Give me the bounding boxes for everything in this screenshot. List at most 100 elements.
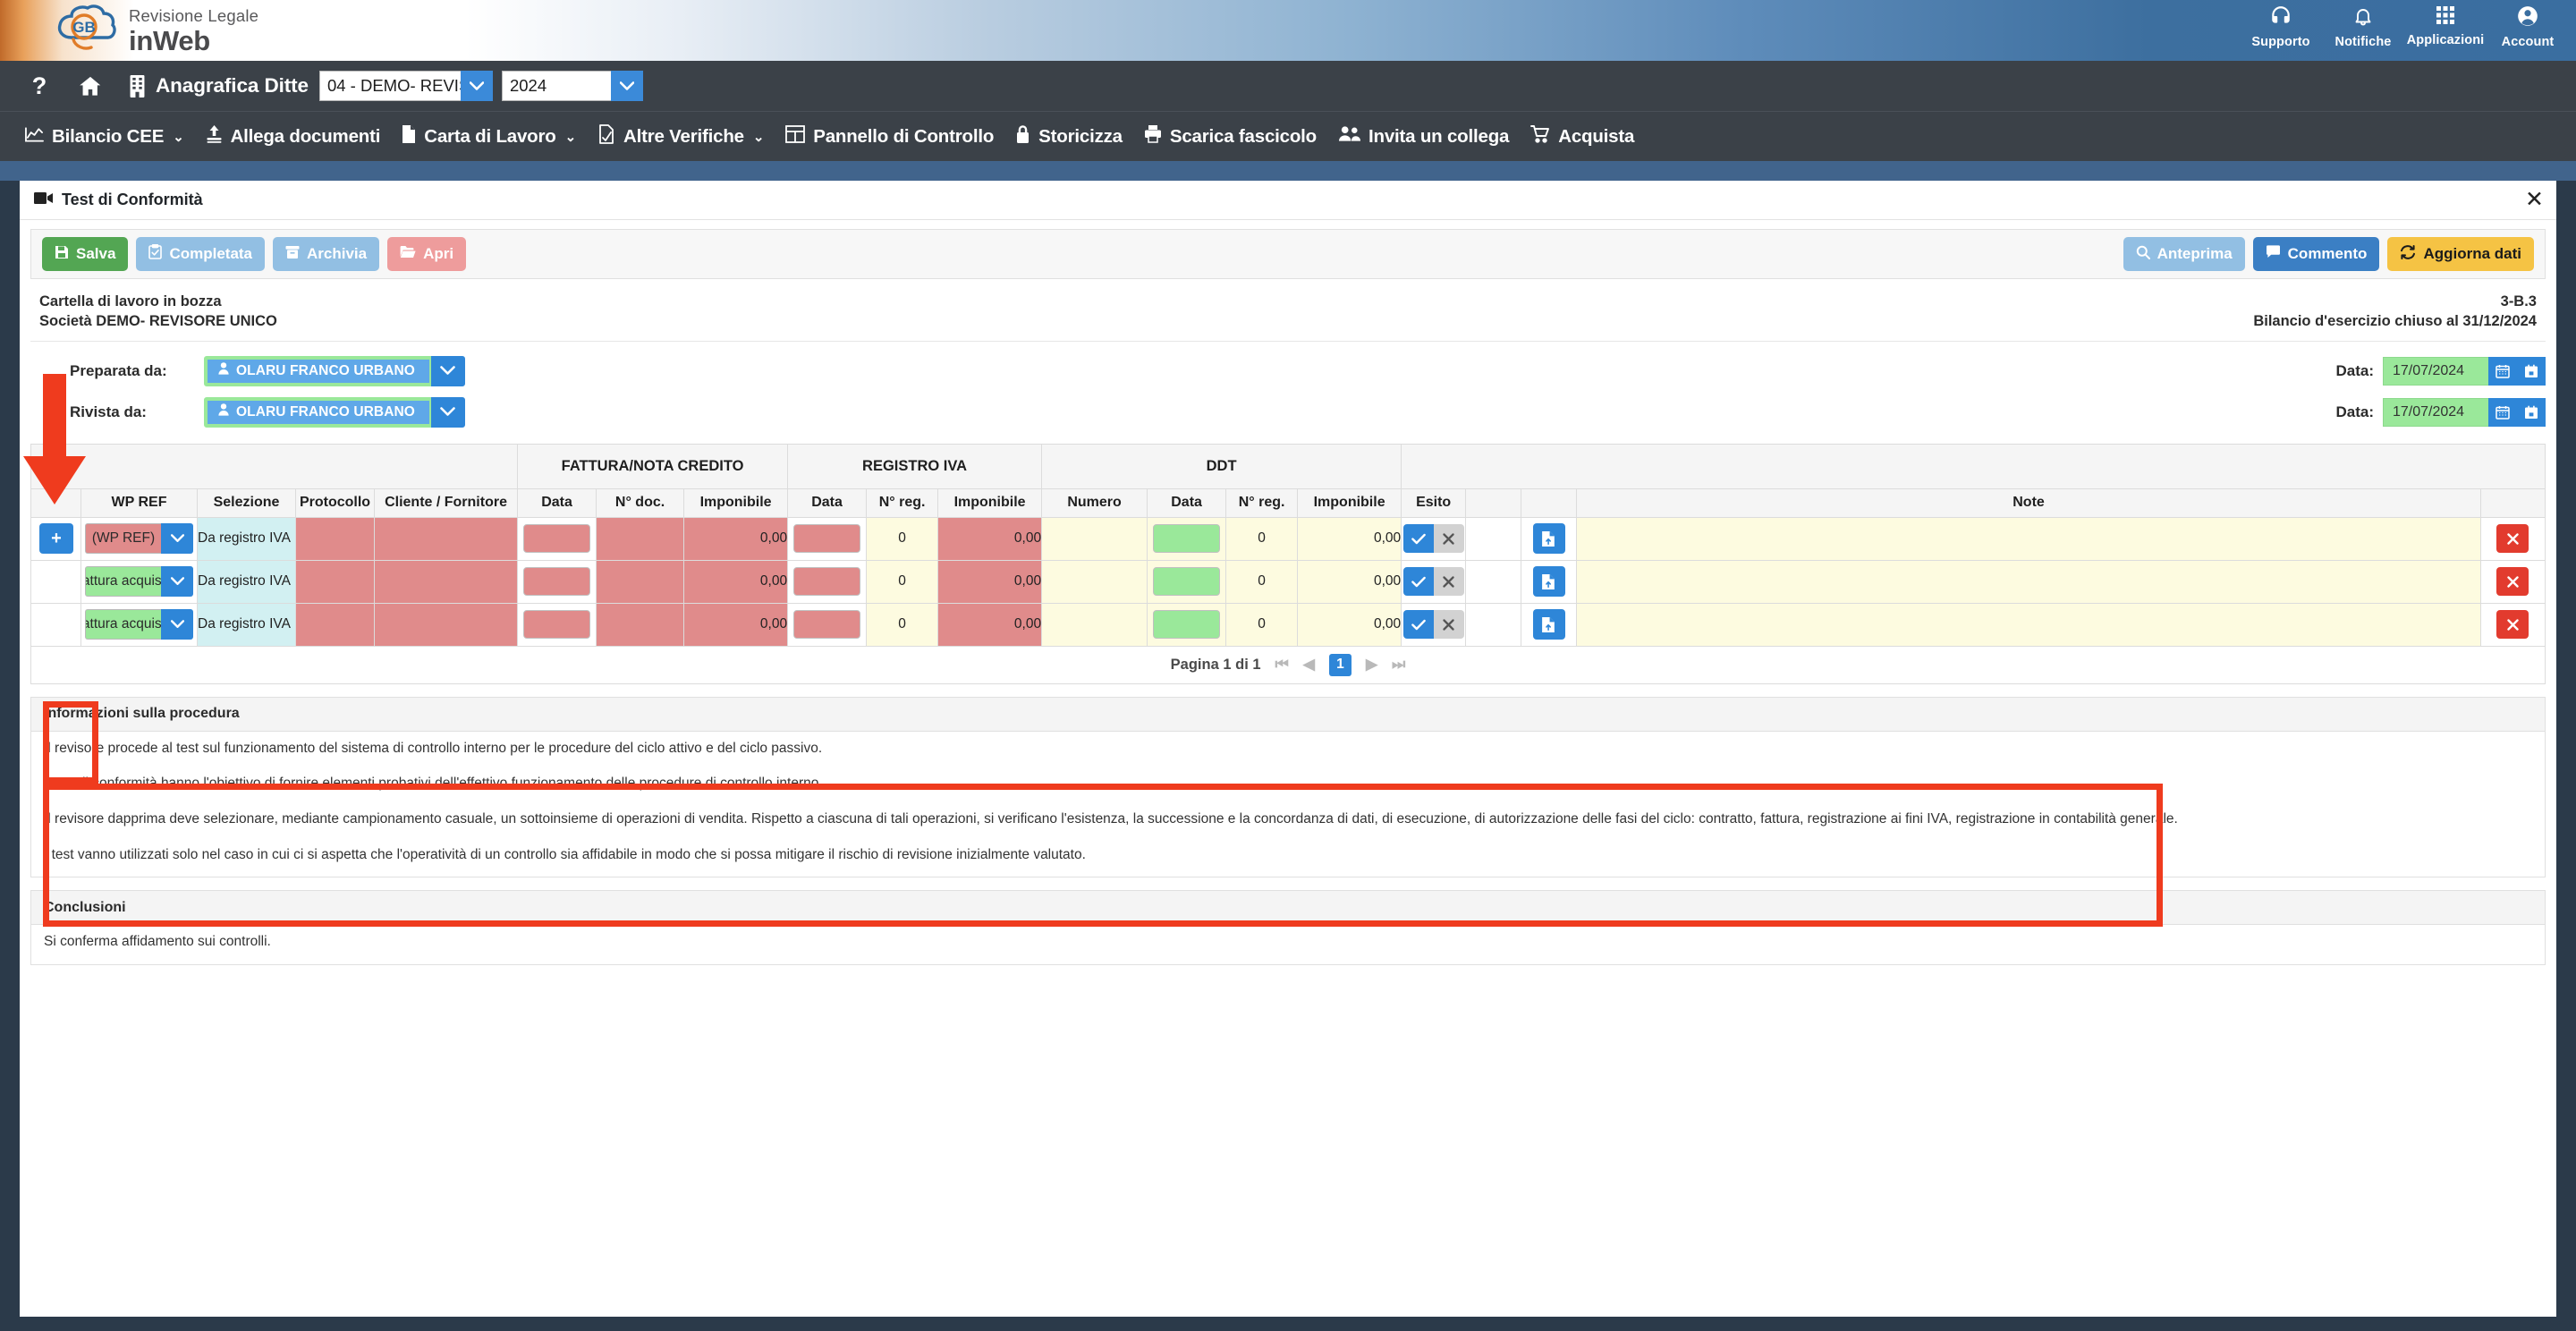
- cell-note[interactable]: [1577, 603, 2481, 646]
- cell-note[interactable]: [1577, 517, 2481, 560]
- delete-row-button[interactable]: [2496, 567, 2529, 596]
- cell-ddt-nreg[interactable]: 0: [1226, 517, 1298, 560]
- calendar-today-icon[interactable]: [2517, 398, 2546, 427]
- pagination-last-button[interactable]: ⏭: [1392, 656, 1405, 674]
- chevron-down-icon[interactable]: [611, 71, 643, 101]
- cell-iva-imponibile[interactable]: 0,00: [938, 560, 1042, 603]
- cell-protocollo[interactable]: [296, 560, 375, 603]
- header-action-applicazioni[interactable]: Applicazioni: [2404, 0, 2487, 47]
- cell-cliente-fornitore[interactable]: [375, 517, 518, 560]
- cell-selezione[interactable]: Da registro IVA: [198, 517, 296, 560]
- fnc-data-input[interactable]: [523, 524, 590, 553]
- cell-selezione[interactable]: Da registro IVA: [198, 603, 296, 646]
- header-action-supporto[interactable]: Supporto: [2240, 0, 2322, 49]
- add-row-button[interactable]: +: [39, 523, 73, 554]
- archive-button[interactable]: Archivia: [273, 237, 379, 271]
- chevron-down-icon[interactable]: [431, 356, 465, 386]
- esito-no-button[interactable]: [1434, 610, 1464, 639]
- cell-iva-nreg[interactable]: 0: [867, 560, 938, 603]
- pagination-page-1[interactable]: 1: [1329, 654, 1352, 676]
- cell-ddt-imponibile[interactable]: 0,00: [1298, 517, 1402, 560]
- wp-ref-select[interactable]: (WP REF): [85, 523, 193, 554]
- help-icon[interactable]: ?: [16, 72, 63, 100]
- nav-pannello-di-controllo[interactable]: Pannello di Controllo: [775, 125, 1004, 148]
- ddt-data-input[interactable]: [1153, 524, 1220, 553]
- calendar-today-icon[interactable]: [2517, 357, 2546, 386]
- nav-scarica-fascicolo[interactable]: Scarica fascicolo: [1133, 124, 1327, 148]
- cell-fnc-imponibile[interactable]: 0,00: [684, 603, 788, 646]
- cell-iva-nreg[interactable]: 0: [867, 517, 938, 560]
- iva-data-input[interactable]: [793, 567, 860, 596]
- cell-fnc-imponibile[interactable]: 0,00: [684, 560, 788, 603]
- chevron-down-icon[interactable]: [161, 566, 193, 597]
- cell-ddt-numero[interactable]: [1042, 560, 1148, 603]
- reviewed-date-field[interactable]: 17/07/2024: [2383, 398, 2546, 427]
- chevron-down-icon[interactable]: [161, 523, 193, 554]
- refresh-data-button[interactable]: Aggiorna dati: [2387, 237, 2534, 271]
- cell-ddt-imponibile[interactable]: 0,00: [1298, 603, 1402, 646]
- iva-data-input[interactable]: [793, 524, 860, 553]
- cell-ddt-nreg[interactable]: 0: [1226, 603, 1298, 646]
- upload-document-button[interactable]: [1533, 566, 1565, 597]
- cell-fnc-ndoc[interactable]: [597, 517, 684, 560]
- year-select[interactable]: 2024: [502, 71, 643, 101]
- cell-selezione[interactable]: Da registro IVA: [198, 560, 296, 603]
- cell-ddt-numero[interactable]: [1042, 517, 1148, 560]
- preview-button[interactable]: Anteprima: [2123, 237, 2245, 271]
- nav-invita-un-collega[interactable]: Invita un collega: [1327, 125, 1520, 148]
- ddt-data-input[interactable]: [1153, 610, 1220, 639]
- ddt-data-input[interactable]: [1153, 567, 1220, 596]
- pagination-prev-button[interactable]: ◀: [1303, 656, 1315, 674]
- nav-storicizza[interactable]: Storicizza: [1004, 124, 1133, 149]
- pagination-first-button[interactable]: ⏮: [1275, 656, 1289, 674]
- esito-yes-button[interactable]: [1403, 524, 1434, 553]
- chevron-down-icon[interactable]: [461, 71, 493, 101]
- chevron-down-icon[interactable]: [161, 609, 193, 640]
- cell-ddt-nreg[interactable]: 0: [1226, 560, 1298, 603]
- delete-row-button[interactable]: [2496, 610, 2529, 639]
- cell-iva-nreg[interactable]: 0: [867, 603, 938, 646]
- cell-protocollo[interactable]: [296, 603, 375, 646]
- chevron-down-icon[interactable]: [431, 397, 465, 428]
- cell-ddt-imponibile[interactable]: 0,00: [1298, 560, 1402, 603]
- cell-iva-imponibile[interactable]: 0,00: [938, 517, 1042, 560]
- header-action-notifiche[interactable]: Notifiche: [2322, 0, 2404, 49]
- calendar-icon[interactable]: [2488, 398, 2517, 427]
- close-icon[interactable]: ✕: [2525, 189, 2544, 211]
- completed-button[interactable]: Completata: [136, 237, 265, 271]
- nav-bilancio-cee[interactable]: Bilancio CEE ⌄: [14, 125, 195, 148]
- cell-cliente-fornitore[interactable]: [375, 603, 518, 646]
- app-logo[interactable]: GB Revisione Legale inWeb: [52, 4, 258, 55]
- fnc-data-input[interactable]: [523, 567, 590, 596]
- esito-no-button[interactable]: [1434, 524, 1464, 553]
- pagination-next-button[interactable]: ▶: [1366, 656, 1377, 674]
- iva-data-input[interactable]: [793, 610, 860, 639]
- nav-allega-documenti[interactable]: Allega documenti: [195, 124, 392, 148]
- cell-cliente-fornitore[interactable]: [375, 560, 518, 603]
- cell-fnc-ndoc[interactable]: [597, 603, 684, 646]
- cell-iva-imponibile[interactable]: 0,00: [938, 603, 1042, 646]
- nav-altre-verifiche[interactable]: Altre Verifiche ⌄: [587, 124, 775, 149]
- comment-button[interactable]: Commento: [2253, 237, 2380, 271]
- wp-ref-select[interactable]: Fattura acquisto: [85, 609, 193, 640]
- nav-acquista[interactable]: Acquista: [1520, 125, 1645, 148]
- esito-no-button[interactable]: [1434, 567, 1464, 596]
- nav-carta-di-lavoro[interactable]: Carta di Lavoro ⌄: [391, 124, 587, 149]
- cell-fnc-imponibile[interactable]: 0,00: [684, 517, 788, 560]
- cell-fnc-ndoc[interactable]: [597, 560, 684, 603]
- save-button[interactable]: Salva: [42, 237, 128, 271]
- reviewed-by-select[interactable]: OLARU FRANCO URBANO: [204, 397, 465, 428]
- prepared-by-select[interactable]: OLARU FRANCO URBANO: [204, 356, 465, 386]
- esito-yes-button[interactable]: [1403, 610, 1434, 639]
- cell-ddt-numero[interactable]: [1042, 603, 1148, 646]
- fnc-data-input[interactable]: [523, 610, 590, 639]
- calendar-icon[interactable]: [2488, 357, 2517, 386]
- delete-row-button[interactable]: [2496, 524, 2529, 553]
- open-button[interactable]: Apri: [387, 237, 466, 271]
- cell-note[interactable]: [1577, 560, 2481, 603]
- header-action-account[interactable]: Account: [2487, 0, 2569, 49]
- company-building-icon[interactable]: [118, 75, 156, 97]
- home-icon[interactable]: [63, 74, 118, 98]
- cell-protocollo[interactable]: [296, 517, 375, 560]
- company-select[interactable]: 04 - DEMO- REVISORI: [319, 71, 493, 101]
